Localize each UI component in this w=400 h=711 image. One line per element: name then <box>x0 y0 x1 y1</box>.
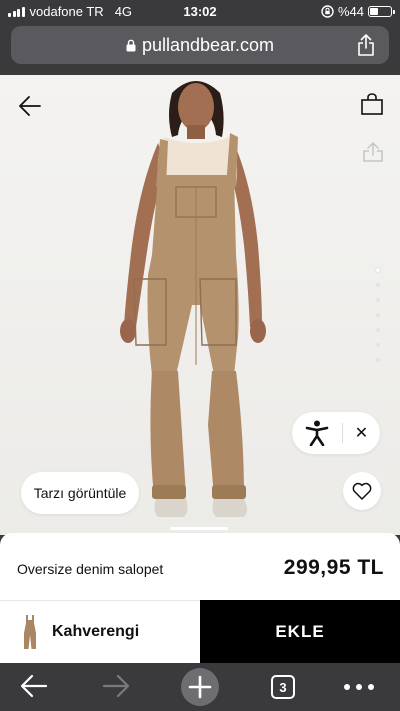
back-arrow-icon[interactable] <box>18 95 42 117</box>
color-selector[interactable]: Kahverengi <box>0 600 200 663</box>
pagination-dot[interactable] <box>376 298 380 302</box>
battery-icon <box>368 6 395 17</box>
view-style-button[interactable]: Tarzı görüntüle <box>21 472 139 514</box>
favorite-button[interactable] <box>343 472 381 510</box>
share-icon[interactable] <box>362 141 384 163</box>
tabs-button[interactable]: 3 <box>271 675 295 699</box>
new-tab-button[interactable] <box>181 668 219 706</box>
url-text: pullandbear.com <box>141 35 275 55</box>
purchase-bar: Kahverengi EKLE <box>0 600 400 663</box>
add-to-cart-button[interactable]: EKLE <box>200 600 400 663</box>
close-icon[interactable]: ✕ <box>343 423 380 443</box>
forward-icon[interactable] <box>102 673 130 699</box>
lock-icon <box>126 39 136 52</box>
color-name: Kahverengi <box>52 623 140 640</box>
pagination-dot[interactable] <box>376 343 380 347</box>
sheet-handle[interactable] <box>170 527 228 530</box>
address-bar[interactable]: pullandbear.com <box>11 26 389 64</box>
pagination-dot[interactable] <box>376 268 380 272</box>
more-menu-icon[interactable] <box>344 684 374 690</box>
pagination-dot[interactable] <box>376 328 380 332</box>
product-price: 299,95 TL <box>283 556 384 579</box>
browser-toolbar: 3 <box>0 663 400 711</box>
pagination-dot[interactable] <box>376 358 380 362</box>
plus-icon <box>188 675 212 699</box>
accessibility-widget[interactable]: ✕ <box>292 412 380 454</box>
product-gallery[interactable]: ✕ Tarzı görüntüle <box>0 75 400 535</box>
browser-address-area: pullandbear.com <box>0 22 400 75</box>
product-name: Oversize denim salopet <box>17 561 164 577</box>
pagination-dot[interactable] <box>376 283 380 287</box>
orientation-lock-icon <box>321 5 334 18</box>
product-info-sheet: Oversize denim salopet 299,95 TL <box>0 533 400 601</box>
status-bar: vodafone TR 4G 13:02 %44 <box>0 0 400 22</box>
share-icon[interactable] <box>357 34 375 56</box>
shopping-bag-icon[interactable] <box>360 93 384 115</box>
accessibility-icon[interactable] <box>305 420 329 446</box>
pagination-dot[interactable] <box>376 313 380 317</box>
heart-icon <box>352 482 372 500</box>
image-pagination[interactable] <box>376 268 380 362</box>
color-thumbnail <box>24 615 36 649</box>
product-image <box>0 75 400 535</box>
back-icon[interactable] <box>20 673 48 699</box>
battery-percent: %44 <box>337 4 364 19</box>
